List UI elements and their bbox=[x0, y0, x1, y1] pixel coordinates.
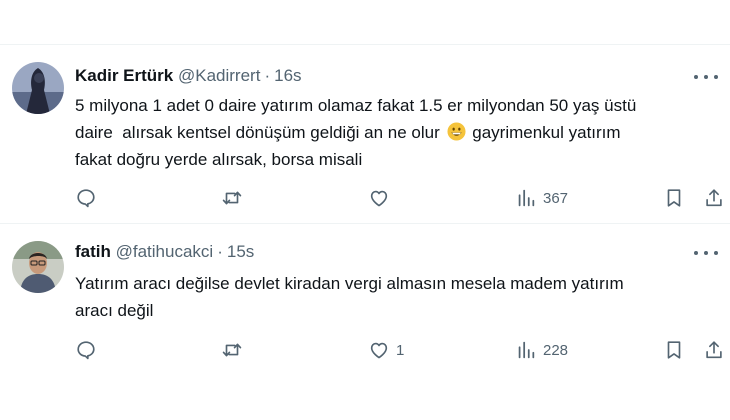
like-icon bbox=[370, 190, 388, 207]
timestamp[interactable]: 16s bbox=[274, 66, 301, 85]
grinning-face-emoji bbox=[446, 122, 466, 141]
separator-dot: · bbox=[217, 242, 223, 261]
views-button[interactable]: 228 bbox=[515, 338, 568, 362]
author-handle[interactable]: @fatihucakci bbox=[116, 242, 214, 261]
tweet-actions: 1 228 bbox=[75, 338, 725, 362]
bookmark-button[interactable] bbox=[663, 186, 685, 210]
author-handle[interactable]: @Kadirrert bbox=[178, 66, 260, 85]
tweet-text-line: Yatırım aracı değilse devlet kiradan ver… bbox=[75, 274, 624, 293]
like-button[interactable]: 1 bbox=[368, 338, 404, 362]
more-icon[interactable] bbox=[694, 67, 718, 87]
tweet-text: Yatırım aracı değilse devlet kiradan ver… bbox=[75, 270, 715, 324]
reply-icon bbox=[77, 341, 95, 360]
retweet-icon bbox=[222, 191, 242, 205]
retweet-button[interactable] bbox=[221, 338, 243, 362]
reply-button[interactable] bbox=[75, 186, 97, 210]
avatar[interactable] bbox=[12, 241, 64, 293]
tweet-text-line: aracı değil bbox=[75, 301, 154, 320]
tweet-text-line: daire alırsak kentsel dönüşüm geldiği an… bbox=[75, 123, 440, 142]
share-icon bbox=[706, 341, 722, 359]
views-button[interactable]: 367 bbox=[515, 186, 568, 210]
like-count: 1 bbox=[396, 341, 405, 359]
like-button[interactable] bbox=[368, 186, 396, 210]
view-count: 228 bbox=[543, 341, 569, 359]
bookmark-button[interactable] bbox=[663, 338, 685, 362]
share-button[interactable] bbox=[703, 338, 725, 362]
view-count: 367 bbox=[543, 189, 569, 207]
separator-dot: · bbox=[264, 66, 271, 85]
tweet-text-line: fakat doğru yerde alırsak, borsa misali bbox=[75, 150, 363, 169]
tweet-text: 5 milyona 1 adet 0 daire yatırım olamaz … bbox=[75, 92, 715, 173]
tweet-header: Kadir Ertürk @Kadirrert · 16s bbox=[75, 65, 302, 87]
tweet-kadir[interactable]: Kadir Ertürk @Kadirrert · 16s 5 milyona 1 … bbox=[0, 45, 730, 223]
tweet-fatih[interactable]: fatih @fatihucakci · 15s Yatırım aracı değ… bbox=[0, 224, 730, 420]
tweet-actions: 367 bbox=[75, 186, 725, 210]
tweet-text-line: gayrimenkul yatırım bbox=[472, 123, 621, 142]
author-name[interactable]: fatih bbox=[75, 242, 111, 261]
like-icon bbox=[370, 342, 388, 359]
bookmark-icon bbox=[667, 189, 681, 207]
reply-icon bbox=[77, 189, 95, 208]
share-button[interactable] bbox=[703, 186, 725, 210]
more-icon[interactable] bbox=[694, 243, 718, 263]
share-icon bbox=[706, 189, 722, 207]
views-icon bbox=[518, 341, 535, 359]
retweet-button[interactable] bbox=[221, 186, 243, 210]
author-name[interactable]: Kadir Ertürk bbox=[75, 66, 173, 85]
avatar[interactable] bbox=[12, 62, 64, 114]
timestamp[interactable]: 15s bbox=[227, 242, 254, 261]
tweet-text-line: 5 milyona 1 adet 0 daire yatırım olamaz … bbox=[75, 96, 637, 115]
views-icon bbox=[518, 189, 535, 207]
tweet-header: fatih @fatihucakci · 15s bbox=[75, 241, 254, 263]
reply-button[interactable] bbox=[75, 338, 97, 362]
retweet-icon bbox=[222, 343, 242, 357]
bookmark-icon bbox=[667, 341, 681, 359]
